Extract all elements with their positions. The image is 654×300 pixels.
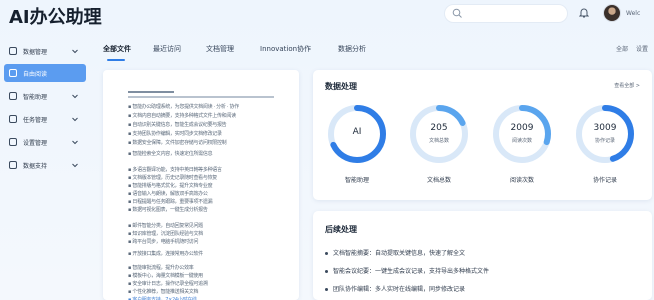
doc-line: ▪ 跨平台同步，电脑手机随时访问 (128, 239, 199, 245)
settings-icon (9, 138, 17, 146)
doc-line: ▪ 邮件智能分类，自动回复常见问题 (128, 223, 203, 229)
tab-right-all[interactable]: 全部 (616, 44, 628, 53)
task-text: 智能会议纪要：一键生成会议记录，支持导出多种格式文件 (333, 268, 490, 275)
bullet-icon (325, 252, 328, 255)
doc-line: ▪ 自动识别关键信息，智能生成会议纪要与报告 (128, 122, 227, 128)
ring-sub: 阅读次数 (511, 138, 532, 144)
document-preview[interactable]: ▪ 智能办公助理系统，为您提供文档阅读 · 分析 · 协作 ▪ 文档内容自动摘要，… (103, 70, 299, 300)
task-icon (9, 115, 17, 123)
ring-value: AI (352, 127, 362, 137)
doc-line: ▪ 个性化推荐，智能推送相关文档 (128, 289, 199, 295)
tab-analytics[interactable]: 数据分析 (338, 44, 366, 54)
ring-label: 智能助理 (344, 177, 369, 184)
doc-heading-bar (128, 91, 174, 93)
sidebar-item-settings[interactable]: 设置管理 (4, 133, 86, 151)
sidebar-item-assistant[interactable]: 智能助理 (4, 87, 86, 105)
sidebar-item-reading[interactable]: 自由阅读 (4, 64, 86, 82)
assistant-icon (9, 92, 17, 100)
tab-recent[interactable]: 最近访问 (153, 44, 181, 54)
chevron-down-icon (72, 140, 78, 145)
active-tab-indicator (107, 59, 125, 61)
doc-line: ▪ 开放接口集成，连接常用办公软件 (128, 251, 203, 257)
task-text: 文档智能摘要：自动提取关键信息，快速了解全文 (333, 250, 466, 257)
doc-line: ▪ 模板中心，海量文档模板一键使用 (128, 273, 203, 279)
ring-value: 2009 (510, 123, 534, 133)
ring-value: 205 (430, 123, 448, 133)
dashboard-icon (9, 47, 17, 55)
user-name[interactable]: Welc (626, 10, 640, 17)
doc-line: ▪ 支持团队协作编辑，实时同步文档修改记录 (128, 131, 222, 137)
avatar[interactable] (603, 4, 621, 22)
tab-documents[interactable]: 文档管理 (206, 44, 234, 54)
doc-line: ▪ 文档内容自动摘要，支持多种格式文件上传和阅读 (128, 113, 236, 119)
doc-line: ▪ 文档版本管理，历史记录随时查看与恢复 (128, 175, 217, 181)
tab-right-settings[interactable]: 设置 (636, 44, 648, 53)
doc-line: ▪ 日程提醒与任务跟踪，重要事项不遗漏 (128, 199, 213, 205)
task-item[interactable]: 文档智能摘要：自动提取关键信息，快速了解全文 (325, 248, 465, 257)
sidebar-item-label: 设置管理 (23, 139, 48, 147)
task-item[interactable]: 智能会议纪要：一键生成会议记录，支持导出多种格式文件 (325, 266, 489, 275)
doc-line: ▪ 多语言翻译功能，支持中英日韩等多种语言 (128, 167, 222, 173)
bell-icon[interactable] (579, 7, 589, 18)
search-icon (452, 8, 462, 18)
tab-all-files[interactable]: 全部文件 (103, 44, 131, 54)
bullet-icon (325, 270, 328, 273)
chevron-down-icon (72, 117, 78, 122)
doc-line: ▪ 客户服务支持，7×24小时在线 (128, 297, 197, 300)
ring-label: 协作记录 (592, 177, 617, 184)
doc-line: ▪ 智能办公助理系统，为您提供文档阅读 · 分析 · 协作 (128, 104, 239, 110)
search-input[interactable] (444, 4, 568, 23)
ring-sub: 协作记录 (594, 138, 615, 144)
doc-line: ▪ 语音输入与朗读，解放双手高效办公 (128, 191, 208, 197)
support-icon (9, 161, 17, 169)
sidebar-item-label: 自由阅读 (23, 70, 48, 78)
ring-value: 3009 (593, 123, 617, 133)
tab-innovation[interactable]: Innovation协作 (260, 44, 311, 54)
task-text: 团队协作编辑：多人实时在线编辑，同步修改记录 (333, 286, 466, 293)
sidebar-item-label: 数据管理 (23, 48, 48, 56)
doc-line: ▪ 智能审批流程，提升办公效率 (128, 265, 194, 271)
chevron-down-icon (72, 94, 78, 99)
ring-label: 文档总数 (426, 177, 451, 184)
folder-icon (9, 69, 17, 77)
doc-line: ▪ 知识库管理，沉淀团队经验与文档 (128, 231, 203, 237)
doc-line: ▪ 安全审计日志，操作记录全程可追溯 (128, 281, 208, 287)
sidebar-item-support[interactable]: 数据支持 (4, 156, 86, 174)
tasks-title: 后续处理 (325, 225, 357, 234)
sidebar-item-label: 数据支持 (23, 162, 48, 170)
doc-line: ▪ 数据安全保障，文件加密存储与访问权限控制 (128, 140, 227, 146)
app-title: AI办公助理 (9, 7, 102, 28)
ring-sub: 文档总数 (428, 138, 449, 144)
sidebar-item-label: 智能助理 (23, 93, 48, 101)
chevron-down-icon (72, 49, 78, 54)
sidebar-item-data-management[interactable]: 数据管理 (4, 42, 86, 60)
bullet-icon (325, 288, 328, 291)
doc-line: ▪ 智能排版与格式优化，提升文档专业度 (128, 183, 213, 189)
task-item[interactable]: 团队协作编辑：多人实时在线编辑，同步修改记录 (325, 284, 465, 293)
doc-line: ▪ 智能检索全文内容，快速定位所需信息 (128, 151, 213, 157)
sidebar: 数据管理 自由阅读 智能助理 任务管理 设置管理 数据支持 (0, 38, 92, 300)
ring-label: 阅读次数 (509, 177, 534, 184)
doc-divider (128, 96, 274, 98)
doc-line: ▪ 数据可视化图表，一键生成分析报告 (128, 207, 208, 213)
tasks-panel: 后续处理 文档智能摘要：自动提取关键信息，快速了解全文 智能会议纪要：一键生成会… (313, 211, 652, 300)
sidebar-item-tasks[interactable]: 任务管理 (4, 110, 86, 128)
tab-bar: 全部文件 最近访问 文档管理 Innovation协作 数据分析 (96, 40, 654, 62)
sidebar-item-label: 任务管理 (23, 116, 48, 124)
app-header: AI办公助理 Welc (0, 0, 654, 32)
chevron-down-icon (72, 163, 78, 168)
stats-panel: 数据处理 查看全部 > AI 智能助理 205 文档总数 文档总数 2009 阅读次数 阅读次… (313, 70, 652, 200)
